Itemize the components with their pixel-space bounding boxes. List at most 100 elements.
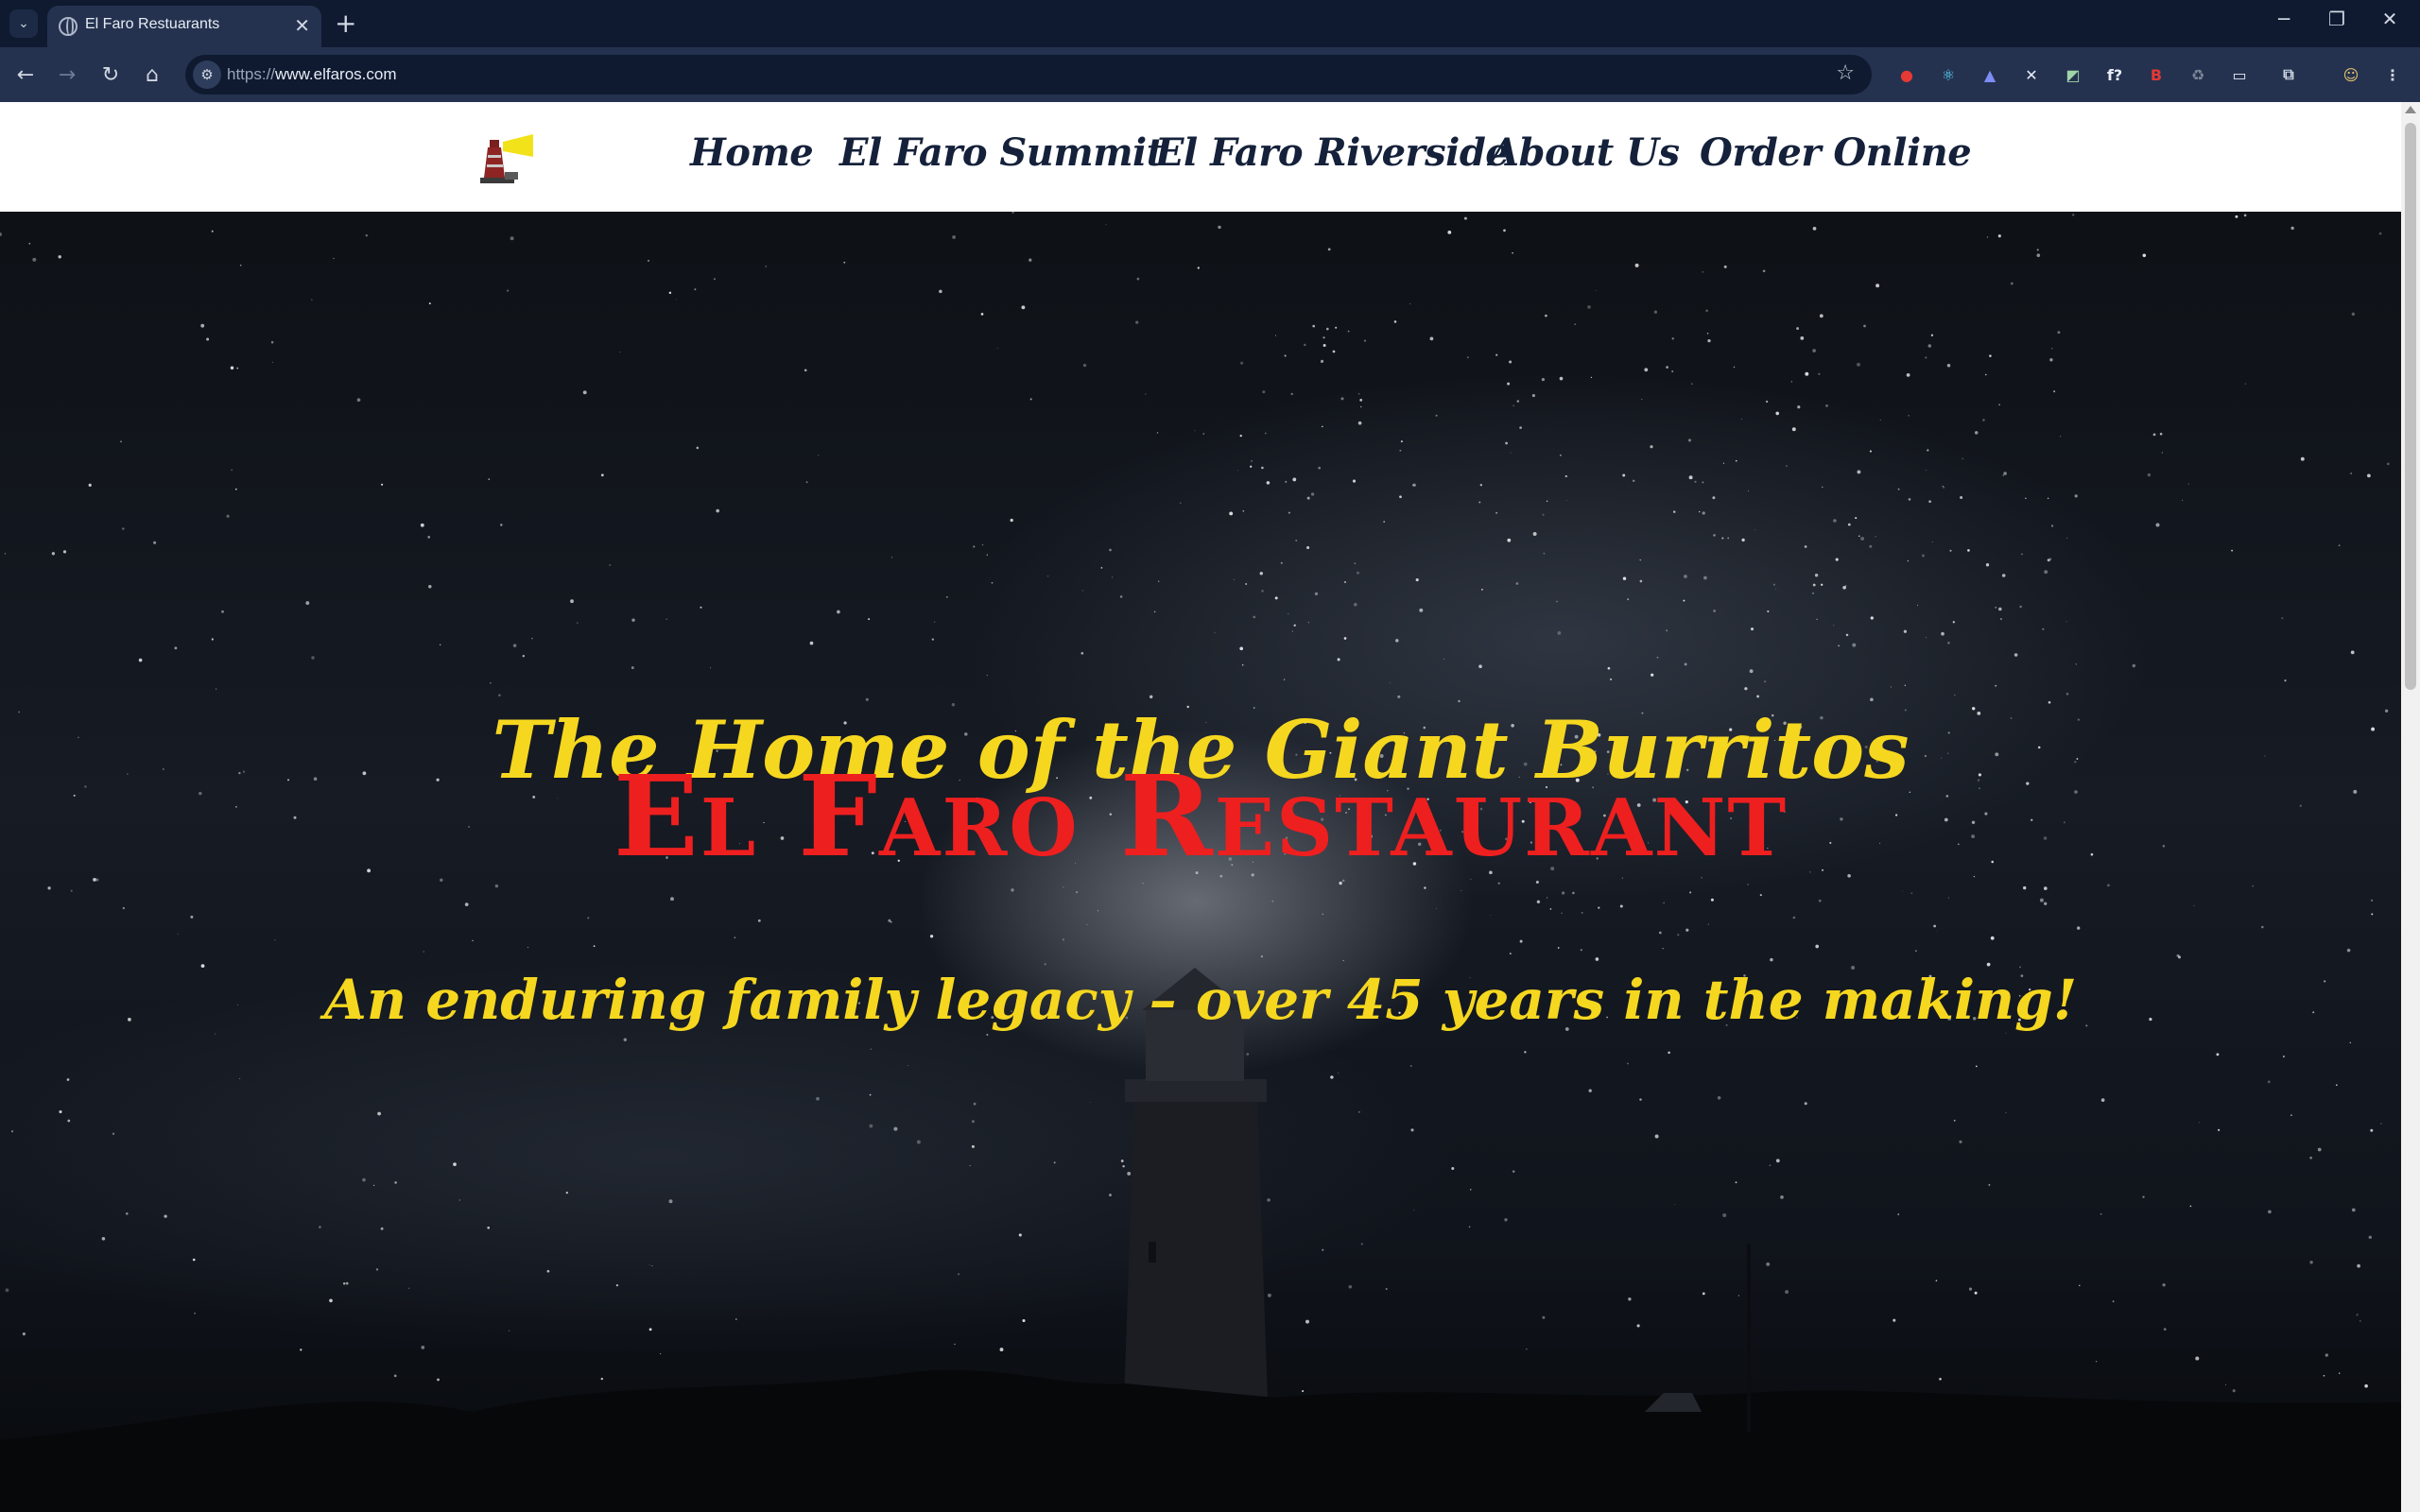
- bookmark-star-icon[interactable]: ☆: [1836, 61, 1855, 85]
- star: [2267, 1080, 2271, 1084]
- star: [1029, 398, 1032, 401]
- nav-link-el-faro-summit[interactable]: El Faro Summit: [839, 130, 1164, 175]
- more-menu-icon[interactable]: ⋮: [2378, 60, 2407, 89]
- nav-link-order-online[interactable]: Order Online: [1700, 130, 1972, 175]
- star: [1869, 544, 1873, 548]
- reload-icon[interactable]: ↻: [96, 60, 125, 89]
- star: [1239, 434, 1242, 438]
- new-tab-button[interactable]: +: [335, 8, 356, 39]
- react-devtools-extension-icon[interactable]: ⚛: [1934, 60, 1962, 89]
- scrollbar-thumb[interactable]: [2405, 123, 2416, 690]
- star: [1814, 574, 1819, 577]
- star: [1545, 314, 1547, 318]
- star: [2053, 390, 2056, 393]
- star: [1436, 908, 1437, 910]
- nav-link-home[interactable]: Home: [690, 130, 814, 175]
- star: [2112, 1300, 2115, 1303]
- star: [2002, 474, 2004, 476]
- star: [70, 889, 73, 892]
- star: [2019, 605, 2022, 609]
- star: [1769, 1164, 1772, 1166]
- star: [2261, 925, 2264, 929]
- profile-avatar-icon[interactable]: ☺: [2337, 60, 2365, 89]
- page-scrollbar[interactable]: [2401, 102, 2420, 1512]
- star: [1532, 532, 1537, 536]
- star: [1671, 337, 1674, 340]
- star: [1860, 537, 1865, 541]
- star: [1687, 438, 1692, 442]
- star: [239, 264, 242, 266]
- close-window-button[interactable]: ✕: [2371, 8, 2409, 30]
- puzzle-extensions-icon[interactable]: ⧉: [2274, 60, 2303, 89]
- star: [1765, 400, 1769, 404]
- star: [1519, 939, 1523, 943]
- star: [1266, 481, 1270, 485]
- star: [1322, 913, 1323, 915]
- star: [1127, 1171, 1132, 1176]
- browser-toolbar: ← → ↻ ⌂ ⚙ https://www.elfaros.com ☆ ● ⚛ ▲ ✕…: [0, 47, 2420, 102]
- home-icon[interactable]: ⌂: [138, 60, 166, 89]
- star: [1542, 513, 1545, 516]
- address-bar[interactable]: ⚙ https://www.elfaros.com ☆: [185, 55, 1872, 94]
- recycle-extension-icon[interactable]: ♻: [2184, 60, 2212, 89]
- star: [512, 644, 517, 647]
- star: [1639, 1098, 1642, 1101]
- star: [1986, 962, 1991, 967]
- star: [546, 1269, 550, 1273]
- nav-link-el-faro-riverside[interactable]: El Faro Riverside: [1155, 130, 1510, 175]
- restore-window-button[interactable]: ❐: [2318, 8, 2356, 30]
- star: [1531, 394, 1535, 398]
- site-info-icon[interactable]: ⚙: [193, 60, 221, 89]
- star: [1302, 1390, 1305, 1393]
- red-shield-extension-icon[interactable]: ●: [1893, 60, 1921, 89]
- font-extension-icon[interactable]: f?: [2100, 60, 2129, 89]
- lighthouse-logo-icon[interactable]: [480, 134, 535, 183]
- star: [1998, 404, 2000, 406]
- star: [1495, 511, 1498, 514]
- star: [1076, 891, 1078, 893]
- red-b-extension-icon[interactable]: B: [2142, 60, 2170, 89]
- star: [1080, 652, 1084, 655]
- star: [1332, 350, 1336, 353]
- triangle-extension-icon[interactable]: ▲: [1976, 60, 2004, 89]
- star: [1409, 302, 1411, 304]
- star: [1153, 610, 1156, 613]
- nav-link-about-us[interactable]: About Us: [1490, 130, 1680, 175]
- star: [1321, 359, 1324, 363]
- image-extension-icon[interactable]: ◩: [2059, 60, 2087, 89]
- star: [1410, 1128, 1414, 1132]
- star: [2323, 1374, 2325, 1377]
- arrows-extension-icon[interactable]: ✕: [2017, 60, 2046, 89]
- star: [1246, 1053, 1250, 1056]
- star: [1707, 923, 1709, 925]
- minimize-window-button[interactable]: ─: [2265, 8, 2303, 30]
- star: [1109, 548, 1112, 552]
- browser-tab[interactable]: El Faro Restuarants ✕: [47, 6, 321, 47]
- star: [1702, 481, 1704, 484]
- forward-arrow-icon[interactable]: →: [53, 60, 81, 89]
- star: [1857, 362, 1860, 367]
- star: [1842, 585, 1846, 590]
- star: [980, 313, 984, 316]
- star: [1461, 890, 1462, 891]
- screen-extension-icon[interactable]: ▭: [2225, 60, 2254, 89]
- star: [1838, 644, 1840, 647]
- scroll-up-arrow-icon[interactable]: [2405, 106, 2416, 113]
- star: [576, 622, 579, 624]
- star: [865, 697, 869, 701]
- star: [1291, 630, 1293, 632]
- close-tab-icon[interactable]: ✕: [294, 14, 310, 37]
- star: [345, 1281, 349, 1285]
- star: [609, 564, 612, 566]
- star: [2042, 627, 2045, 630]
- url-text[interactable]: https://www.elfaros.com: [227, 65, 397, 84]
- star: [1935, 1280, 1938, 1282]
- star: [1240, 361, 1244, 365]
- star: [453, 1162, 457, 1166]
- star: [1490, 915, 1492, 916]
- star: [1627, 598, 1630, 601]
- tab-search-chevron-icon[interactable]: ⌄: [9, 9, 38, 38]
- star: [1800, 336, 1805, 340]
- star: [615, 1283, 619, 1287]
- back-arrow-icon[interactable]: ←: [11, 60, 40, 89]
